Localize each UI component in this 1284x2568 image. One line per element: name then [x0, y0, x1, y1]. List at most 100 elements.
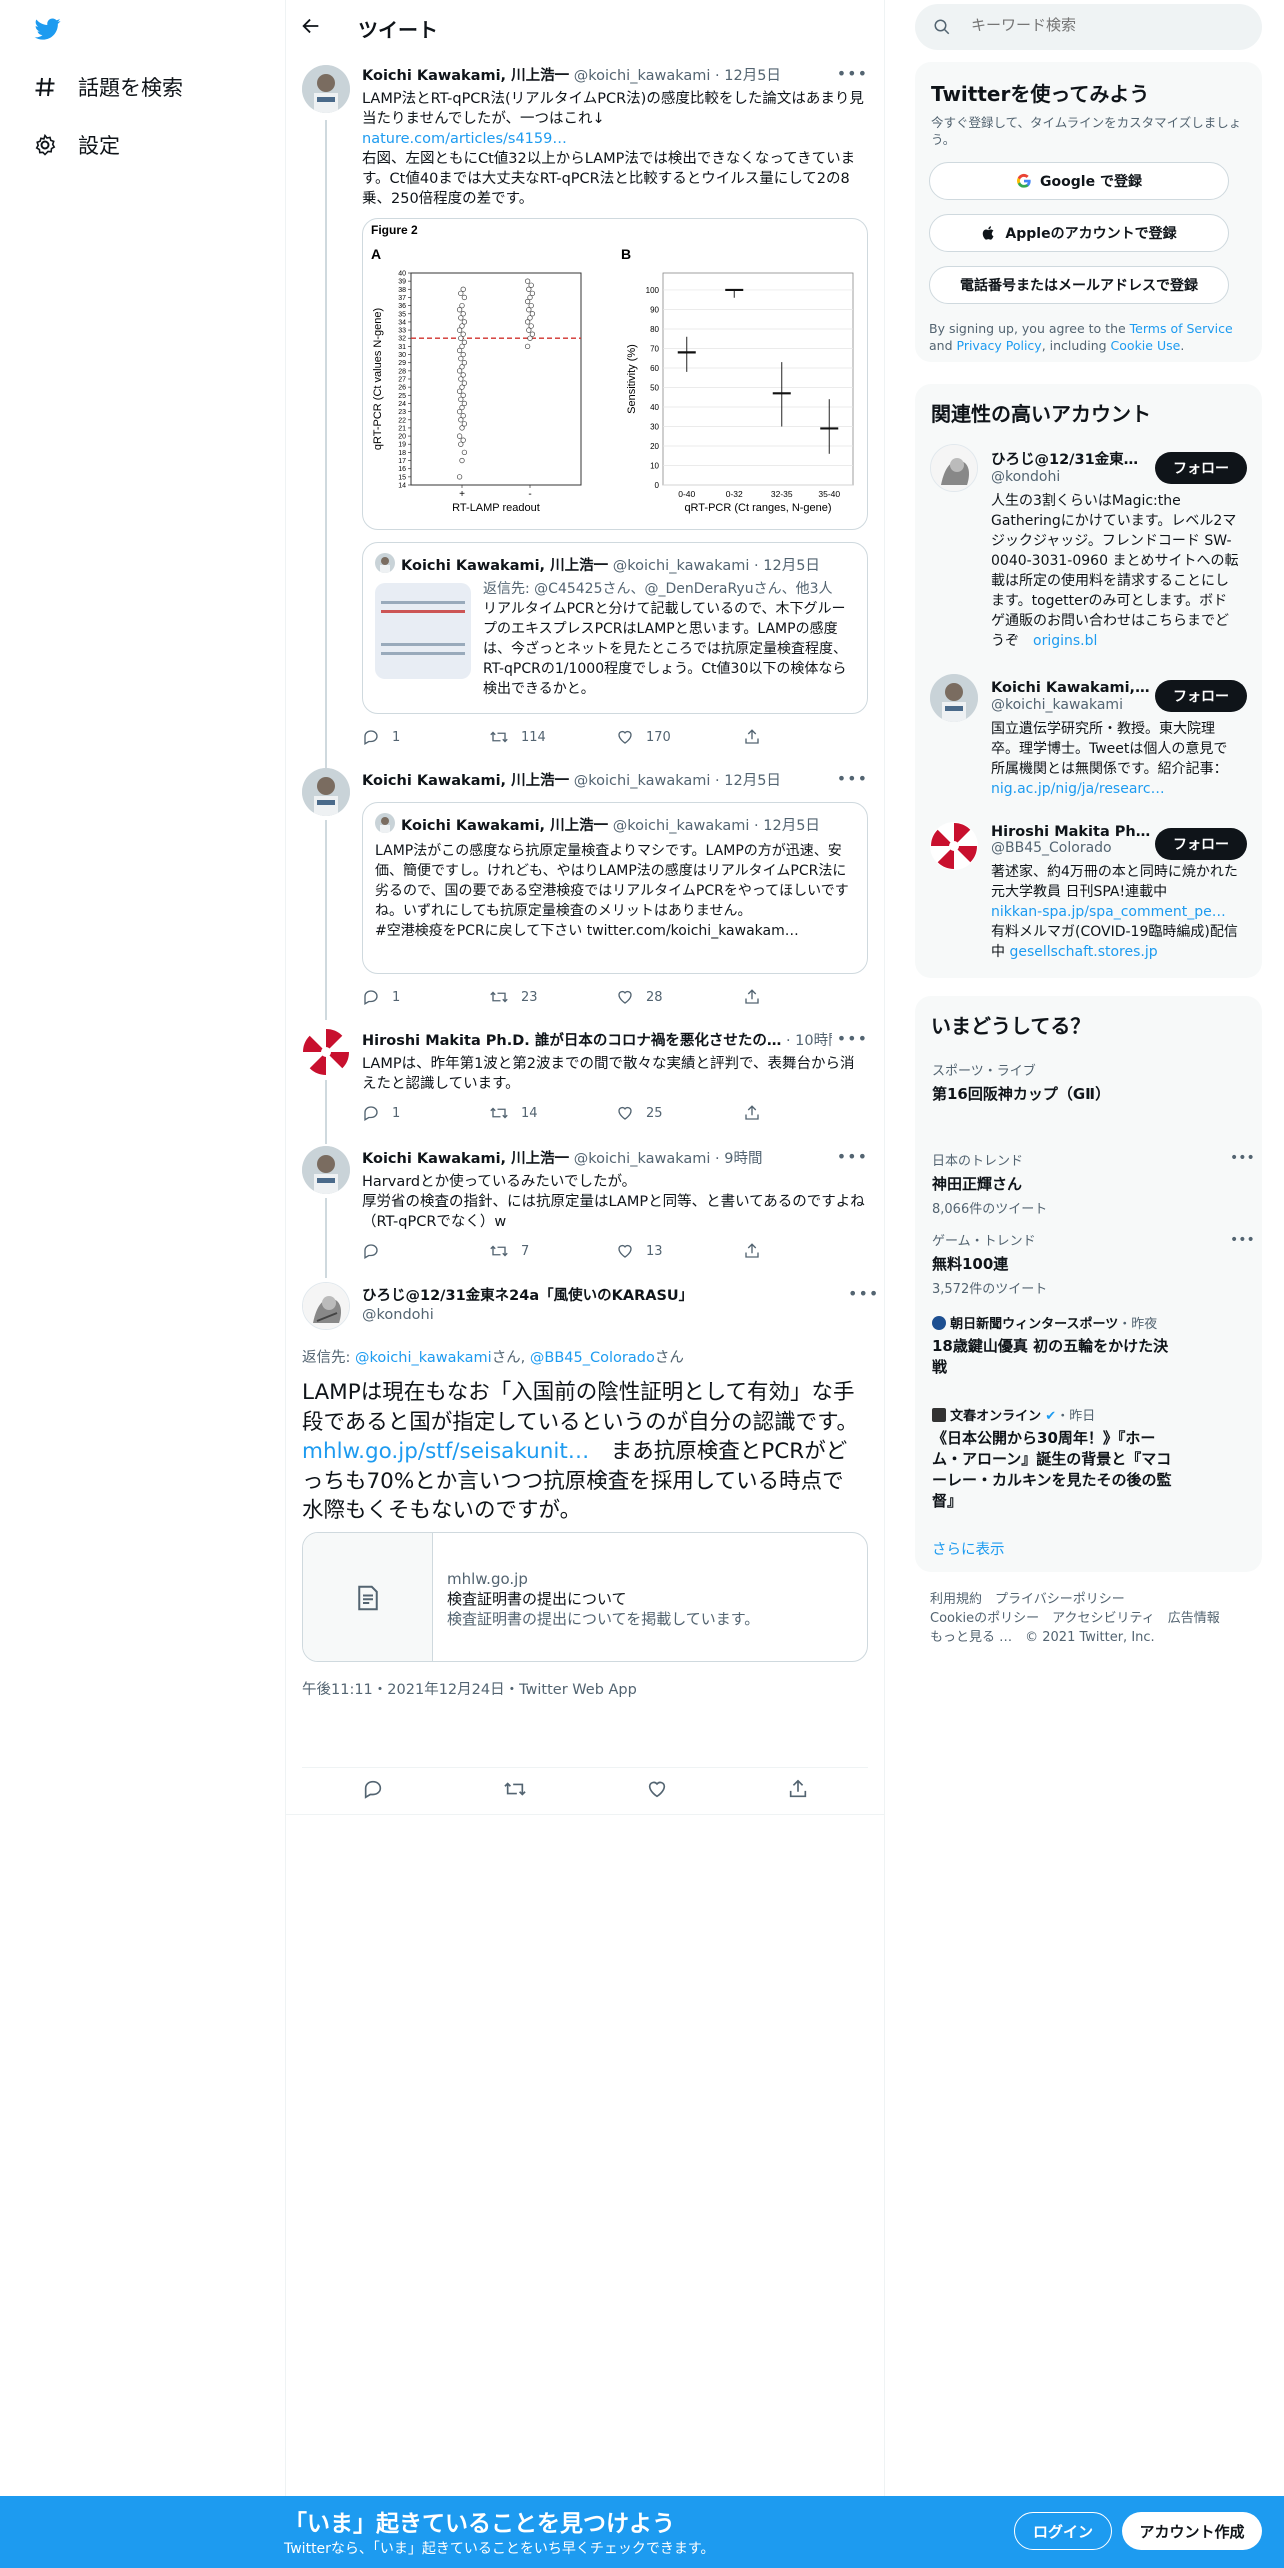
login-button[interactable]: ログイン [1014, 2512, 1112, 2550]
tweet-timestamp[interactable]: 午後11:11・2021年12月24日・Twitter Web App [302, 1678, 637, 1699]
footer-link-line[interactable]: Cookieのポリシー アクセシビリティ 広告情報 [930, 1609, 1220, 1628]
a-y-tick-label: 27 [398, 377, 406, 384]
retweet-button[interactable]: 7 [489, 1242, 616, 1260]
reply-user-link[interactable]: @BB45_Colorado [530, 1350, 655, 1366]
account-bio-link[interactable]: nikkan-spa.jp/spa_comment_pe… [991, 904, 1226, 920]
a-data-point [461, 339, 468, 345]
terms-link[interactable]: Terms of Service [1130, 321, 1233, 336]
nav-explore[interactable]: 話題を検索 [30, 72, 183, 102]
account-bio-link[interactable]: nig.ac.jp/nig/ja/researc… [991, 781, 1165, 797]
tweet-time[interactable]: 9時間 [724, 1151, 762, 1167]
more-icon[interactable]: ••• [837, 1147, 868, 1166]
share-button[interactable] [743, 1242, 870, 1260]
main-tweet-link[interactable]: mhlw.go.jp/stf/seisakunit… [302, 1439, 589, 1464]
trend-item[interactable]: スポーツ・ライブ 第16回阪神カップ（GⅡ） [932, 1060, 1252, 1104]
tweet-link[interactable]: nature.com/articles/s4159… [362, 131, 567, 147]
author-handle[interactable]: @kondohi [362, 1307, 832, 1323]
avatar[interactable] [302, 768, 350, 816]
tweet-1[interactable]: Koichi Kawakami, 川上浩一 @koichi_kawakami ·… [362, 64, 868, 209]
tweet-3[interactable]: Hiroshi Makita Ph.D. 誰が日本のコロナ禍を悪化させたの… ·… [362, 1029, 868, 1094]
share-button[interactable] [743, 988, 870, 1006]
reply-button[interactable]: 1 [362, 728, 489, 746]
signup-button[interactable]: アカウント作成 [1122, 2512, 1262, 2550]
author-handle[interactable]: @koichi_kawakami [574, 1151, 711, 1167]
reply-button[interactable]: 1 [362, 988, 489, 1006]
link-card-domain: mhlw.go.jp [447, 1570, 528, 1588]
follow-button[interactable]: フォロー [1155, 828, 1247, 860]
more-icon[interactable]: ••• [837, 769, 868, 788]
a-data-point [460, 437, 466, 443]
avatar[interactable] [302, 1282, 350, 1330]
avatar [375, 813, 395, 833]
reply-icon [364, 730, 378, 745]
retweet-button[interactable]: 14 [489, 1104, 616, 1122]
follow-button[interactable]: フォロー [1155, 452, 1247, 484]
a-y-tick-label: 15 [398, 474, 406, 481]
heart-icon [618, 1244, 632, 1258]
avatar [930, 444, 978, 492]
trend-title: 神田正輝さん [932, 1175, 1023, 1193]
news-item[interactable]: 文春オンライン ✔・昨日 《日本公開から30周年！》『ホーム・アローン』誕生の背… [932, 1405, 1252, 1512]
like-button[interactable]: 28 [616, 988, 743, 1006]
tweet-2[interactable]: Koichi Kawakami, 川上浩一 @koichi_kawakami ·… [362, 769, 868, 790]
tweet-time[interactable]: 10時間 [795, 1033, 832, 1049]
like-button[interactable]: 25 [616, 1104, 743, 1122]
reply-button[interactable] [362, 1778, 384, 1804]
privacy-link[interactable]: Privacy Policy [957, 338, 1042, 353]
like-button[interactable]: 13 [616, 1242, 743, 1260]
more-icon[interactable]: ••• [1230, 1232, 1255, 1248]
search-box[interactable] [915, 4, 1262, 50]
account-bio-link[interactable]: gesellschaft.stores.jp [1009, 944, 1157, 960]
more-icon[interactable]: ••• [837, 64, 868, 83]
nav-settings[interactable]: 設定 [30, 130, 120, 160]
share-button[interactable] [743, 1104, 870, 1122]
more-icon[interactable]: ••• [837, 1029, 868, 1048]
reply-user-link[interactable]: @koichi_kawakami [355, 1350, 492, 1366]
footer-link-line[interactable]: 利用規約 プライバシーポリシー [930, 1590, 1220, 1609]
cookie-link[interactable]: Cookie Use [1111, 338, 1181, 353]
twitter-logo-icon[interactable] [32, 16, 64, 42]
news-item[interactable]: 朝日新聞ウィンタースポーツ・昨夜 18歳鍵山優真 初の五輪をかけた決戦 [932, 1313, 1252, 1378]
author-handle[interactable]: @koichi_kawakami [574, 773, 711, 789]
apple-signup-button[interactable]: Appleのアカウントで登録 [929, 214, 1229, 252]
footer-link-line[interactable]: もっと見る … © 2021 Twitter, Inc. [930, 1628, 1220, 1647]
google-signup-button[interactable]: Google で登録 [929, 162, 1229, 200]
author-name[interactable]: ひろじ@12/31金東ネ24a「風使いのKARASU」 [362, 1284, 832, 1305]
tweet-4[interactable]: Koichi Kawakami, 川上浩一 @koichi_kawakami ·… [362, 1147, 868, 1232]
show-more-link[interactable]: さらに表示 [932, 1538, 1005, 1559]
back-arrow-icon[interactable] [300, 15, 324, 39]
author-name[interactable]: Hiroshi Makita Ph.D. 誰が日本のコロナ禍を悪化させたの… [362, 1033, 781, 1049]
quoted-tweet[interactable]: Koichi Kawakami, 川上浩一 @koichi_kawakami ·… [362, 542, 868, 714]
like-button[interactable] [646, 1778, 668, 1804]
reply-button[interactable] [362, 1242, 489, 1260]
avatar[interactable] [302, 65, 350, 113]
news-time: ・昨夜 [1118, 1317, 1158, 1332]
account-bio-link[interactable]: origins.bl [1033, 633, 1097, 649]
avatar[interactable] [302, 1146, 350, 1194]
author-name[interactable]: Koichi Kawakami, 川上浩一 [362, 773, 569, 789]
tweet-time[interactable]: 12月5日 [724, 68, 781, 84]
search-input[interactable] [971, 16, 1241, 34]
follow-button[interactable]: フォロー [1155, 680, 1247, 712]
more-icon[interactable]: ••• [1230, 1150, 1255, 1166]
like-button[interactable]: 170 [616, 728, 743, 746]
trend-item[interactable]: ゲーム・トレンド 無料100連 3,572件のツイート [932, 1230, 1252, 1297]
share-button[interactable] [787, 1778, 809, 1804]
share-button[interactable] [743, 728, 870, 746]
reply-button[interactable]: 1 [362, 1104, 489, 1122]
retweet-button[interactable] [503, 1778, 527, 1804]
retweet-button[interactable]: 114 [489, 728, 616, 746]
tweet-time[interactable]: 12月5日 [724, 773, 781, 789]
author-handle[interactable]: @koichi_kawakami [574, 68, 711, 84]
phone-email-signup-button[interactable]: 電話番号またはメールアドレスで登録 [929, 266, 1229, 304]
trend-item[interactable]: 日本のトレンド 神田正輝さん 8,066件のツイート [932, 1150, 1252, 1217]
avatar[interactable] [302, 1028, 350, 1076]
b-y-tick-label: 100 [646, 286, 660, 295]
a-y-tick-label: 37 [398, 295, 406, 302]
author-name[interactable]: Koichi Kawakami, 川上浩一 [362, 68, 569, 84]
retweet-button[interactable]: 23 [489, 988, 616, 1006]
figure-image[interactable]: Figure 2 A B 14 15 16 17 18 19 20 21 22 23 24 25 26 2… [362, 218, 868, 530]
link-card[interactable]: mhlw.go.jp 検査証明書の提出について 検査証明書の提出についてを掲載し… [302, 1532, 868, 1662]
quoted-tweet[interactable]: Koichi Kawakami, 川上浩一 @koichi_kawakami ·… [362, 802, 868, 974]
author-name[interactable]: Koichi Kawakami, 川上浩一 [362, 1151, 569, 1167]
